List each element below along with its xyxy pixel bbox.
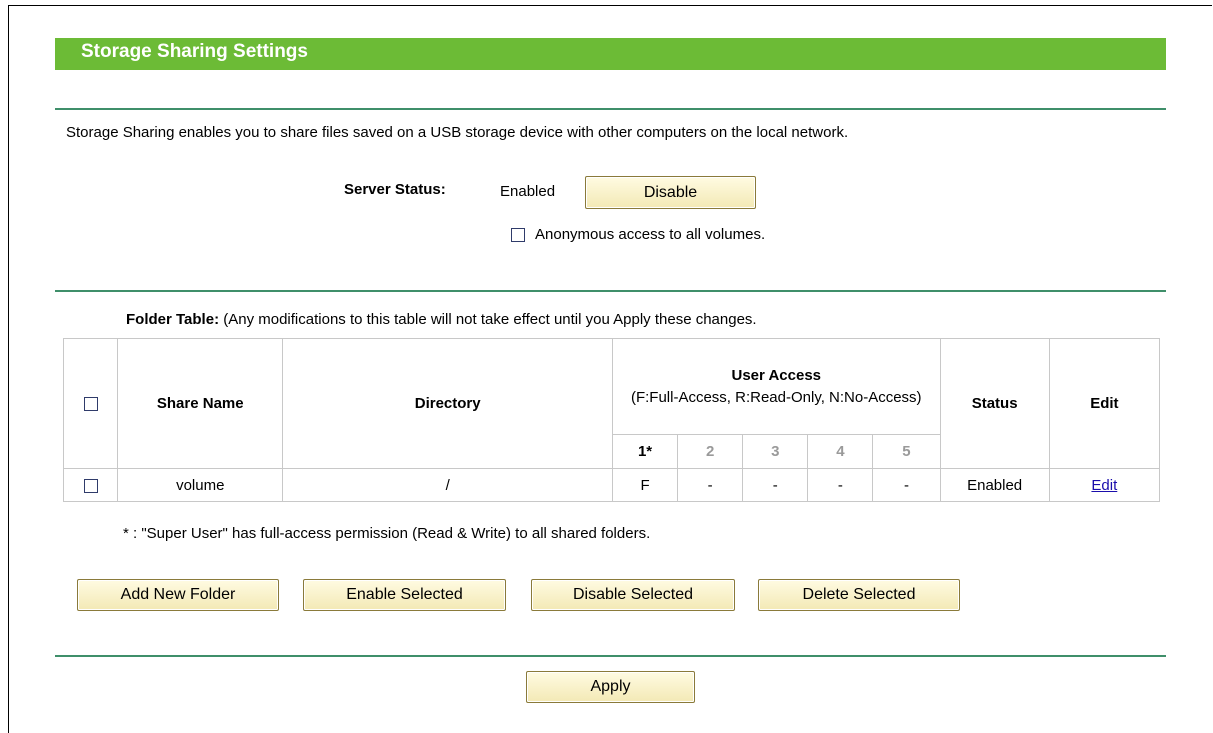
folder-table: Share Name Directory User Access (F:Full… <box>62 338 1161 502</box>
user-column-3: 3 <box>742 434 809 469</box>
anonymous-access-label: Anonymous access to all volumes. <box>535 226 766 243</box>
anonymous-access-option[interactable]: Anonymous access to all volumes. <box>511 226 765 243</box>
directory-cell: / <box>282 468 613 502</box>
enable-selected-button[interactable]: Enable Selected <box>303 579 506 611</box>
access-cell-1: F <box>611 468 679 502</box>
delete-selected-button[interactable]: Delete Selected <box>758 579 960 611</box>
divider <box>55 290 1166 292</box>
status-header: Status <box>939 338 1050 469</box>
server-status-value: Enabled <box>500 183 556 200</box>
select-all-checkbox[interactable] <box>83 397 98 412</box>
title-bar: Storage Sharing Settings <box>55 38 1166 70</box>
user-column-1: 1* <box>611 434 679 469</box>
folder-table-note: (Any modifications to this table will no… <box>223 311 757 328</box>
user-access-header: User Access (F:Full-Access, R:Read-Only,… <box>611 338 941 435</box>
status-cell: Enabled <box>939 468 1050 502</box>
directory-header: Directory <box>282 338 613 469</box>
access-cell-5: - <box>872 468 941 502</box>
user-access-legend: (F:Full-Access, R:Read-Only, N:No-Access… <box>630 388 922 406</box>
folder-table-label: Folder Table: <box>126 311 220 328</box>
disable-selected-button[interactable]: Disable Selected <box>531 579 735 611</box>
share-name-cell: volume <box>117 468 284 502</box>
apply-button[interactable]: Apply <box>526 671 695 703</box>
edit-link[interactable]: Edit <box>1091 477 1117 494</box>
edit-cell: Edit <box>1048 468 1161 502</box>
row-checkbox[interactable] <box>83 478 98 493</box>
access-cell-3: - <box>742 468 809 502</box>
divider <box>55 655 1166 657</box>
add-new-folder-button[interactable]: Add New Folder <box>77 579 279 611</box>
divider <box>55 108 1166 110</box>
disable-server-button[interactable]: Disable <box>585 176 756 209</box>
super-user-footnote: * : "Super User" has full-access permiss… <box>123 525 651 542</box>
user-column-4: 4 <box>807 434 874 469</box>
share-name-header: Share Name <box>117 338 284 469</box>
user-column-5: 5 <box>872 434 941 469</box>
page-description: Storage Sharing enables you to share fil… <box>66 124 849 141</box>
anonymous-access-checkbox[interactable] <box>511 228 525 243</box>
select-all-cell <box>62 338 119 469</box>
access-cell-4: - <box>807 468 874 502</box>
user-access-title: User Access <box>731 366 822 384</box>
page-title: Storage Sharing Settings <box>81 41 308 62</box>
folder-table-caption: Folder Table: (Any modifications to this… <box>126 311 757 328</box>
table-row: volume / F - - - - Enabled Edit <box>62 468 1161 502</box>
row-select-cell <box>62 468 119 502</box>
edit-header: Edit <box>1048 338 1161 469</box>
user-column-2: 2 <box>677 434 744 469</box>
server-status-label: Server Status: <box>344 181 446 198</box>
access-cell-2: - <box>677 468 744 502</box>
